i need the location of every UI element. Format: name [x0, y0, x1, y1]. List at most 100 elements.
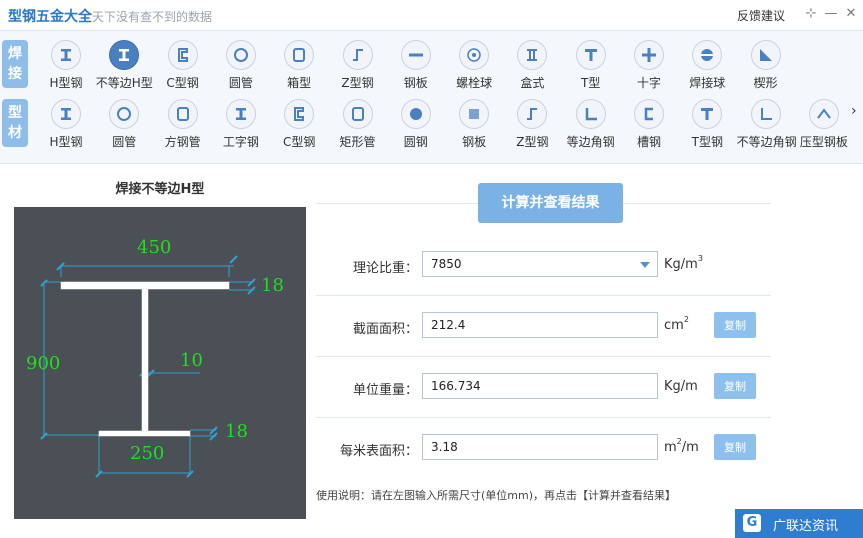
- bottom-flange-thickness-input[interactable]: [225, 421, 265, 442]
- unit-text: m: [664, 440, 677, 455]
- tool-round-tube[interactable]: 圆管: [212, 36, 270, 92]
- bottom-flange-width-input[interactable]: [130, 443, 190, 464]
- round-bar-icon: [400, 99, 431, 129]
- tool-z-section[interactable]: Z型钢: [329, 36, 387, 92]
- tool-h-beam[interactable]: H型钢: [37, 95, 95, 151]
- copy-unit-weight-button[interactable]: 复制: [714, 373, 756, 399]
- tool-round-bar[interactable]: 圆钢: [387, 95, 445, 151]
- tool-label: 圆管: [228, 76, 253, 90]
- category-char: 型: [8, 105, 22, 121]
- brand-badge[interactable]: G 广联达资讯: [735, 509, 863, 538]
- divider: [316, 295, 771, 296]
- category-char: 接: [8, 66, 22, 82]
- tool-t-section[interactable]: T型: [562, 36, 620, 92]
- unit-text: Kg/m: [664, 257, 698, 272]
- tool-t-section[interactable]: T型钢: [678, 95, 736, 151]
- unit-superscript: 3: [697, 254, 703, 263]
- tool-label: H型钢: [49, 135, 83, 149]
- t-section-icon: [575, 40, 606, 70]
- close-button[interactable]: ✕: [843, 5, 859, 23]
- area-field[interactable]: [422, 312, 658, 338]
- tool-plate[interactable]: 钢板: [445, 95, 503, 151]
- tool-label: C型钢: [282, 135, 316, 149]
- density-unit: Kg/m3: [664, 254, 703, 272]
- wedge-icon: [750, 40, 781, 70]
- tool-deck-plate[interactable]: 压型钢板: [795, 95, 853, 151]
- tool-box[interactable]: 箱型: [270, 36, 328, 92]
- tool-h-beam[interactable]: H型钢: [37, 36, 95, 92]
- top-flange-width-input[interactable]: [137, 237, 197, 258]
- tool-box-type[interactable]: 盒式: [503, 36, 561, 92]
- category-char: 焊: [8, 46, 22, 62]
- category-tab-profiles[interactable]: 型 材: [2, 99, 28, 147]
- tool-label: H型钢: [49, 76, 83, 90]
- tool-channel[interactable]: 槽钢: [620, 95, 678, 151]
- surface-area-unit: m2/m: [664, 437, 699, 455]
- cross-icon: [634, 40, 664, 70]
- tool-c-channel[interactable]: C型钢: [270, 95, 328, 151]
- feedback-link[interactable]: 反馈建议: [737, 7, 785, 24]
- c-channel-icon: [284, 99, 315, 129]
- round-tube-icon: [109, 99, 140, 129]
- surface-area-label: 每米表面积：: [339, 444, 418, 459]
- round-tube-icon: [225, 40, 256, 70]
- t-section-icon: [692, 99, 723, 129]
- tool-label: 工字钢: [222, 135, 259, 149]
- unit-weight-field[interactable]: [422, 373, 658, 399]
- h-beam-icon: [51, 99, 81, 129]
- copy-surface-area-button[interactable]: 复制: [714, 434, 756, 460]
- tool-z-section[interactable]: Z型钢: [503, 95, 561, 151]
- tool-label: 焊接球: [689, 76, 726, 90]
- tool-i-beam[interactable]: 工字钢: [212, 95, 270, 151]
- unit-text: cm: [664, 318, 684, 333]
- tool-round-tube[interactable]: 圆管: [95, 95, 153, 151]
- divider: [316, 356, 771, 357]
- tool-welded-ball[interactable]: 焊接球: [678, 36, 736, 92]
- brand-logo-icon: G: [743, 514, 761, 532]
- z-section-icon: [517, 99, 548, 129]
- section-height-input[interactable]: [26, 353, 66, 374]
- tool-plate[interactable]: 钢板: [387, 36, 445, 92]
- web-thickness-input[interactable]: [180, 350, 220, 371]
- plate-icon: [400, 40, 431, 70]
- compute-button[interactable]: 计算并查看结果: [478, 183, 623, 223]
- scroll-right-arrow-icon[interactable]: ›: [851, 103, 857, 119]
- title-bar: 型钢五金大全 天下没有查不到的数据 反馈建议 ⊹ — ✕: [0, 0, 863, 31]
- welded-shapes-row: 焊 接 H型钢 不等边H型 C型钢 圆管 箱型 Z型钢 钢板 螺栓球 盒式 T型 十字 焊接球 楔形: [0, 34, 863, 94]
- dropdown-arrow-icon[interactable]: [640, 262, 650, 268]
- tool-label: 压型钢板: [799, 135, 848, 149]
- deck-plate-icon: [808, 99, 839, 129]
- tool-label: T型: [581, 76, 601, 90]
- profile-shapes-row: 型 材 H型钢 圆管 方钢管 工字钢 C型钢 矩形管 圆钢 钢板 Z型钢 等边角钢 槽钢 T型钢 不等边…: [0, 93, 863, 153]
- surface-area-field[interactable]: [422, 434, 658, 460]
- top-flange-thickness-input[interactable]: [261, 275, 301, 296]
- unit-text: /m: [681, 440, 699, 455]
- pin-icon[interactable]: ⊹: [803, 5, 819, 23]
- minimize-button[interactable]: —: [823, 5, 839, 23]
- tool-wedge[interactable]: 楔形: [737, 36, 795, 92]
- unit-superscript: 2: [683, 315, 689, 324]
- tool-equal-angle[interactable]: 等边角钢: [562, 95, 620, 151]
- unequal-h-icon: [109, 40, 140, 70]
- tool-square-tube[interactable]: 方钢管: [154, 95, 212, 151]
- tool-label: 矩形管: [339, 135, 376, 149]
- tool-label: 箱型: [287, 76, 312, 90]
- unit-weight-label: 单位重量：: [352, 383, 418, 398]
- tool-rect-tube[interactable]: 矩形管: [329, 95, 387, 151]
- category-char: 材: [8, 125, 22, 141]
- copy-area-button[interactable]: 复制: [714, 312, 756, 338]
- tool-cross[interactable]: 十字: [620, 36, 678, 92]
- tool-label: 槽钢: [636, 135, 661, 149]
- tool-bolt-ball[interactable]: 螺栓球: [445, 36, 503, 92]
- box-icon: [284, 40, 315, 70]
- tool-c-channel[interactable]: C型钢: [154, 36, 212, 92]
- tool-label: T型钢: [691, 135, 723, 149]
- category-tab-welded[interactable]: 焊 接: [2, 40, 28, 88]
- tool-unequal-angle[interactable]: 不等边角钢: [737, 95, 797, 151]
- channel-icon: [634, 99, 664, 129]
- density-select[interactable]: [422, 251, 658, 277]
- tool-unequal-h[interactable]: 不等边H型: [95, 36, 153, 92]
- unequal-angle-icon: [750, 99, 781, 129]
- density-label: 理论比重：: [352, 261, 418, 276]
- tool-label: 十字: [636, 76, 661, 90]
